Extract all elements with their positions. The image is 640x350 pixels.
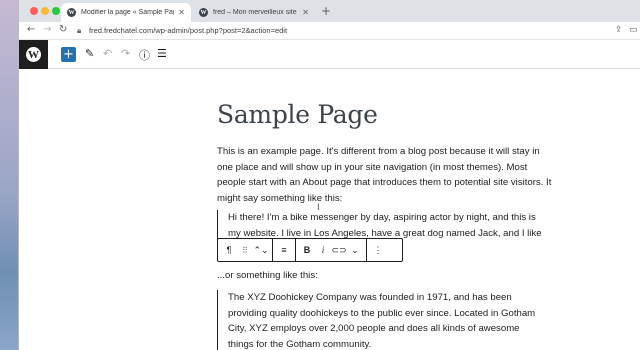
editor-canvas: Sample Page This is an example page. It'…: [19, 69, 640, 350]
lock-icon[interactable]: 🔒︎: [77, 26, 81, 36]
share-icon[interactable]: ⇪: [615, 25, 623, 35]
wordpress-favicon-icon: W: [67, 8, 76, 17]
browser-window: W Modifier la page « Sample Pag ✕ W fred…: [18, 0, 640, 350]
close-tab-icon[interactable]: ✕: [178, 8, 185, 17]
reload-icon[interactable]: ↻: [59, 24, 67, 35]
tab-title: fred – Mon merveilleux site Wo: [213, 9, 298, 16]
browser-toolbar: ← → ↻ 🔒︎ fred.fredchatel.com/wp-admin/po…: [19, 22, 640, 40]
new-tab-button[interactable]: +: [321, 4, 331, 18]
minimize-window-button[interactable]: [41, 7, 49, 15]
wordpress-favicon-icon: W: [199, 8, 208, 17]
block-toolbar-group: B i ⊂⊃ ⌄: [296, 239, 367, 261]
list-view-icon[interactable]: ☰: [157, 47, 167, 60]
address-bar[interactable]: fred.fredchatel.com/wp-admin/post.php?po…: [89, 26, 287, 35]
wordpress-logo-button[interactable]: W: [19, 40, 48, 69]
editor-header: W + ✎ ↶ ↷ ⓘ ☰: [19, 40, 640, 69]
tab-site-home[interactable]: W fred – Mon merveilleux site Wo ✕: [193, 3, 315, 22]
back-arrow-icon[interactable]: ←: [27, 24, 35, 35]
more-rich-text-icon[interactable]: ⌄: [347, 245, 363, 256]
block-inserter-button[interactable]: +: [61, 47, 76, 62]
paragraph-block[interactable]: This is an example page. It's different …: [217, 144, 557, 206]
paragraph-icon[interactable]: ¶: [221, 245, 237, 255]
block-toolbar-group: ≡: [273, 239, 296, 261]
tab-title: Modifier la page « Sample Pag: [81, 9, 175, 16]
block-toolbar-group: ⋮: [367, 239, 389, 261]
close-tab-icon[interactable]: ✕: [302, 8, 309, 17]
maximize-window-button[interactable]: [52, 7, 60, 15]
redo-icon[interactable]: ↷: [121, 47, 130, 60]
italic-button[interactable]: i: [315, 245, 331, 255]
pencil-icon[interactable]: ✎: [85, 47, 94, 60]
undo-icon[interactable]: ↶: [103, 47, 112, 60]
move-up-down-icon[interactable]: ⌃⌄: [253, 245, 269, 256]
page-title[interactable]: Sample Page: [217, 100, 378, 129]
tab-edit-page[interactable]: W Modifier la page « Sample Pag ✕: [61, 3, 191, 22]
link-icon[interactable]: ⊂⊃: [331, 245, 347, 256]
quote-text[interactable]: The XYZ Doohickey Company was founded in…: [228, 290, 547, 350]
bold-button[interactable]: B: [299, 245, 315, 255]
quote-block[interactable]: The XYZ Doohickey Company was founded in…: [217, 290, 547, 350]
paragraph-block[interactable]: ...or something like this:: [217, 268, 318, 284]
sidebar-icon[interactable]: ▭: [629, 25, 638, 35]
options-icon[interactable]: ⋮: [370, 245, 386, 256]
block-toolbar: ¶ ⠿ ⌃⌄ ≡ B i ⊂⊃ ⌄ ⋮: [217, 238, 403, 262]
wordpress-logo-icon: W: [26, 47, 41, 62]
drag-handle-icon[interactable]: ⠿: [237, 246, 253, 255]
info-icon[interactable]: ⓘ: [139, 47, 150, 63]
block-toolbar-group: ¶ ⠿ ⌃⌄: [218, 239, 273, 261]
align-icon[interactable]: ≡: [276, 245, 292, 255]
close-window-button[interactable]: [30, 7, 38, 15]
tab-strip: W Modifier la page « Sample Pag ✕ W fred…: [19, 0, 640, 22]
forward-arrow-icon[interactable]: →: [43, 24, 51, 35]
